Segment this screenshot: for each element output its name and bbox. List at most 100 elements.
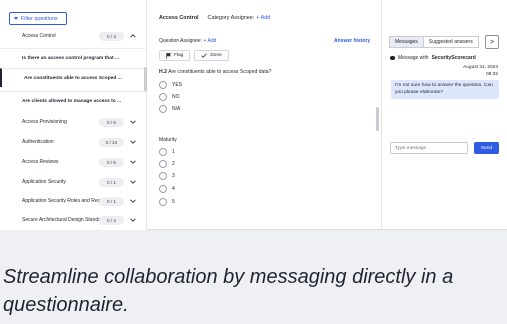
question-item-active[interactable]: Are constituents able to access Scoped .… — [0, 68, 147, 87]
question-text: Are constituents able to access Scoped d… — [168, 69, 272, 75]
maturity-label: Maturity — [159, 137, 177, 143]
messages-panel: Messages Suggested answers > Message wit… — [381, 0, 507, 230]
category-count: 0 / 1 — [99, 196, 124, 206]
category-label: Access Provisioning — [22, 119, 67, 125]
flag-label: Flag — [174, 53, 184, 58]
question-assignee: Question Assignee: + Add — [159, 38, 216, 44]
maturity-option-2[interactable]: 2 — [159, 160, 175, 168]
question-item[interactable]: Are clients allowed to manage access to … — [0, 91, 147, 110]
category-label: Secure Architectural Design Standar... — [22, 217, 107, 223]
category-count: 0 / 3 — [99, 31, 124, 41]
filter-icon — [14, 17, 18, 20]
category-count: 0 / 5 — [99, 157, 124, 167]
send-button[interactable]: Send — [474, 142, 499, 154]
chevron-down-icon[interactable] — [129, 138, 137, 146]
option-label: 3 — [172, 173, 175, 179]
message-input[interactable] — [390, 142, 468, 154]
page-title: Access Control — [159, 15, 199, 21]
add-question-assignee-link[interactable]: + Add — [203, 38, 216, 44]
answer-option-na[interactable]: N/A — [159, 105, 180, 113]
done-label: Done — [210, 53, 222, 58]
option-label: NO — [172, 94, 180, 100]
question-item-label: Is there an access control program that … — [22, 55, 120, 61]
flag-button[interactable]: Flag — [159, 50, 191, 61]
message-time: 08:32 — [485, 72, 498, 77]
question-panel: Access Control Category Assignee: + Add … — [147, 0, 381, 230]
chat-bubble-icon — [390, 56, 395, 60]
category-access-control[interactable]: Access Control 0 / 3 — [0, 29, 147, 43]
filter-questions-label: Filter questions — [21, 15, 58, 22]
message-thread-header: Message with SecurityScorecard — [390, 55, 476, 61]
option-label: 4 — [172, 186, 175, 192]
category-authentication[interactable]: Authentication 0 / 24 — [0, 135, 147, 149]
app-window: Filter questions Access Control 0 / 3 Is… — [0, 0, 507, 230]
maturity-option-3[interactable]: 3 — [159, 172, 175, 180]
expand-panel-button[interactable]: > — [485, 35, 499, 49]
option-label: 2 — [172, 161, 175, 167]
chevron-down-icon[interactable] — [129, 118, 137, 126]
category-label: Authentication — [22, 139, 54, 145]
option-label: 5 — [172, 199, 175, 205]
filter-questions-button[interactable]: Filter questions — [9, 12, 67, 25]
category-access-reviews[interactable]: Access Reviews 0 / 5 — [0, 155, 147, 169]
category-count: 0 / 4 — [99, 215, 124, 225]
maturity-option-4[interactable]: 4 — [159, 185, 175, 193]
add-category-assignee-link[interactable]: + Add — [256, 15, 270, 21]
category-count: 0 / 24 — [99, 137, 124, 147]
category-count: 0 / 1 — [99, 177, 124, 187]
category-app-security-roles[interactable]: Application Security Roles and Resp... 0… — [0, 194, 147, 208]
category-access-provisioning[interactable]: Access Provisioning 0 / 6 — [0, 115, 147, 129]
category-label: Access Reviews — [22, 159, 59, 165]
question-title: H.2 Are constituents able to access Scop… — [159, 69, 271, 75]
radio-button[interactable] — [159, 148, 167, 156]
maturity-option-5[interactable]: 5 — [159, 198, 175, 206]
radio-button[interactable] — [159, 172, 167, 180]
category-secure-architectural-design[interactable]: Secure Architectural Design Standar... 0… — [0, 213, 147, 227]
caption-text: Streamline collaboration by messaging di… — [3, 266, 454, 316]
chevron-up-icon[interactable] — [129, 32, 137, 40]
chevron-right-icon: > — [489, 38, 495, 46]
chevron-down-icon[interactable] — [129, 158, 137, 166]
message-with-prefix: Message with — [398, 55, 429, 61]
question-number: H.2 — [159, 69, 167, 75]
answer-option-no[interactable]: NO — [159, 93, 180, 101]
category-label: Access Control — [22, 33, 56, 39]
question-item[interactable]: Is there an access control program that … — [0, 48, 147, 67]
tab-suggested-answers[interactable]: Suggested answers — [423, 36, 479, 48]
chevron-down-icon[interactable] — [129, 178, 137, 186]
question-assignee-label: Question Assignee: — [159, 38, 203, 44]
radio-button[interactable] — [159, 81, 167, 89]
content-scrollbar[interactable] — [376, 107, 379, 131]
chevron-down-icon[interactable] — [129, 216, 137, 224]
radio-button[interactable] — [159, 198, 167, 206]
radio-button[interactable] — [159, 105, 167, 113]
option-label: 1 — [172, 149, 175, 155]
done-button[interactable]: Done — [194, 50, 229, 61]
maturity-option-1[interactable]: 1 — [159, 148, 175, 156]
chevron-down-icon[interactable] — [129, 197, 137, 205]
message-bubble: I'm not sure how to answer the question.… — [391, 80, 499, 99]
category-label: Application Security Roles and Resp... — [22, 198, 108, 204]
question-item-label: Are clients allowed to manage access to … — [22, 98, 122, 104]
tab-messages[interactable]: Messages — [389, 36, 424, 48]
option-label: N/A — [172, 106, 181, 112]
category-assignee-label: Category Assignee: — [207, 15, 255, 21]
category-count: 0 / 6 — [99, 117, 124, 127]
category-application-security[interactable]: Application Security 0 / 1 — [0, 175, 147, 189]
option-label: YES — [172, 82, 183, 88]
question-item-label: Are constituents able to access Scoped .… — [24, 75, 122, 81]
radio-button[interactable] — [159, 93, 167, 101]
category-header: Access Control Category Assignee: + Add — [159, 15, 270, 21]
message-with-name: SecurityScorecard — [431, 55, 476, 61]
radio-button[interactable] — [159, 160, 167, 168]
message-timestamp: August 31, 2023 08:32 — [463, 64, 498, 78]
answer-option-yes[interactable]: YES — [159, 81, 182, 89]
sidebar: Filter questions Access Control 0 / 3 Is… — [0, 0, 147, 230]
message-date: August 31, 2023 — [463, 65, 498, 70]
radio-button[interactable] — [159, 185, 167, 193]
question-actions: Flag Done — [159, 50, 229, 61]
answer-history-link[interactable]: Answer history — [334, 38, 370, 44]
check-icon — [201, 53, 208, 58]
panel-tabs: Messages Suggested answers — [389, 36, 479, 48]
category-label: Application Security — [22, 179, 66, 185]
